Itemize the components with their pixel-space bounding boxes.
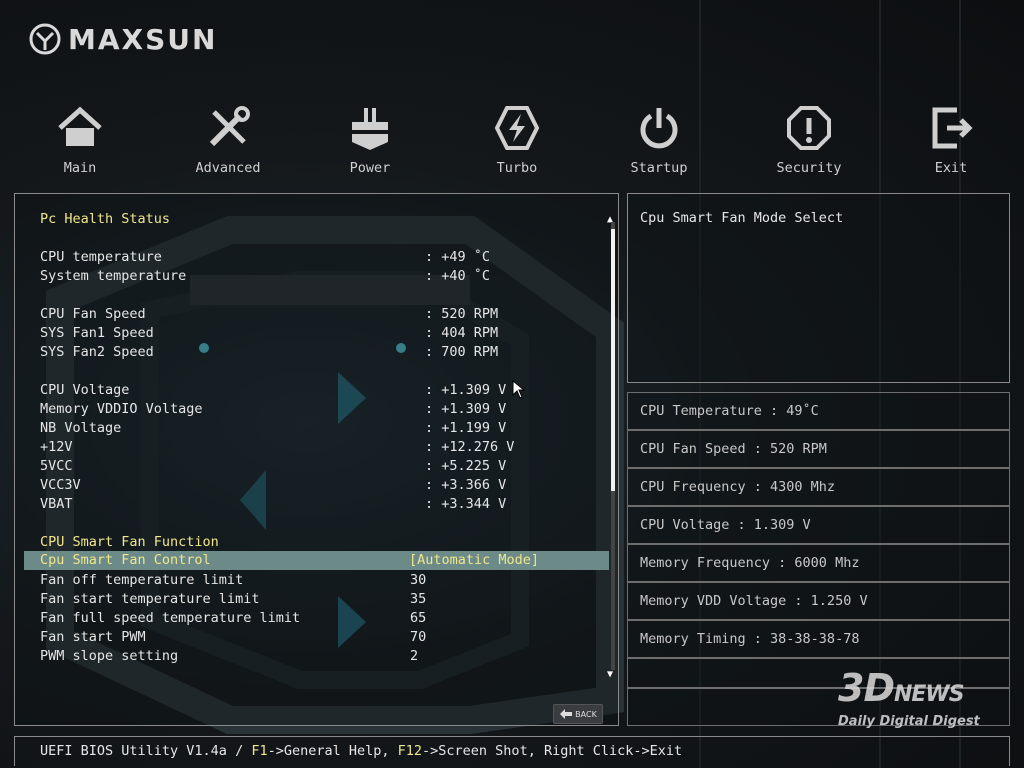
footer-f12-text: ->Screen Shot, Right Click->Exit (422, 743, 683, 759)
back-button[interactable]: BACK (553, 704, 603, 724)
tab-advanced[interactable]: Advanced (173, 100, 283, 176)
footer-f12-key: F12 (397, 743, 423, 759)
tab-security-label: Security (776, 160, 842, 176)
help-panel: Cpu Smart Fan Mode Select (627, 193, 1010, 383)
back-button-label: BACK (575, 709, 597, 719)
scroll-down-arrow-icon[interactable]: ▼ (607, 670, 613, 680)
info-memory-vdd-voltage: Memory VDD Voltage : 1.250 V (627, 582, 1010, 620)
tab-startup-label: Startup (630, 160, 688, 176)
tab-main-label: Main (63, 160, 97, 176)
top-nav: Main Advanced Power Turbo Startup Securi… (0, 100, 1024, 184)
turbo-bolt-icon (494, 106, 540, 150)
tab-exit[interactable]: Exit (896, 100, 1006, 176)
mouse-cursor-icon (512, 380, 526, 399)
settings-panel: Pc Health Status CPU temperature: +49 ˚C… (14, 193, 619, 726)
info-memory-frequency: Memory Frequency : 6000 Mhz (627, 544, 1010, 582)
info-cpu-temperature: CPU Temperature : 49˚C (627, 392, 1010, 430)
info-cpu-voltage: CPU Voltage : 1.309 V (627, 506, 1010, 544)
tab-security[interactable]: Security (754, 100, 864, 176)
footer-prefix: UEFI BIOS Utility V1.4a / (40, 743, 252, 759)
status-bar: UEFI BIOS Utility V1.4a / F1->General He… (14, 736, 1010, 766)
help-text: Cpu Smart Fan Mode Select (640, 210, 844, 226)
exit-icon (932, 107, 973, 149)
back-arrow-icon (560, 709, 573, 719)
info-cpu-fan-speed: CPU Fan Speed : 520 RPM (627, 430, 1010, 468)
tab-power-label: Power (349, 160, 391, 176)
brand-logo: MAXSUN (28, 22, 217, 56)
watermark-tagline: Daily Digital Digest (838, 714, 980, 729)
cpu-smart-fan-control-select[interactable]: Cpu Smart Fan Control [Automatic Mode] (24, 551, 609, 570)
watermark-3dnews: 3DNEWS Daily Digital Digest (838, 666, 998, 729)
footer-f1-key: F1 (251, 743, 268, 759)
tab-exit-label: Exit (934, 160, 968, 176)
tab-turbo[interactable]: Turbo (462, 100, 572, 176)
power-chip-icon (352, 108, 388, 150)
info-memory-timing: Memory Timing : 38-38-38-78 (627, 620, 1010, 658)
info-cpu-frequency: CPU Frequency : 4300 Mhz (627, 468, 1010, 506)
scrollbar-thumb[interactable] (611, 229, 615, 491)
brand-name: MAXSUN (68, 22, 218, 56)
footer-f1-text: ->General Help, (267, 743, 398, 759)
watermark-logo: 3DNEWS (838, 666, 965, 710)
tab-advanced-label: Advanced (195, 160, 261, 176)
shield-octagon-icon (787, 106, 831, 150)
maxsun-logo-icon (29, 23, 61, 55)
home-icon (58, 106, 102, 146)
tab-main[interactable]: Main (25, 100, 135, 176)
tab-turbo-label: Turbo (496, 160, 538, 176)
tab-startup[interactable]: Startup (604, 100, 714, 176)
tools-icon (209, 106, 250, 147)
power-button-icon (640, 108, 678, 149)
tab-power[interactable]: Power (315, 100, 425, 176)
